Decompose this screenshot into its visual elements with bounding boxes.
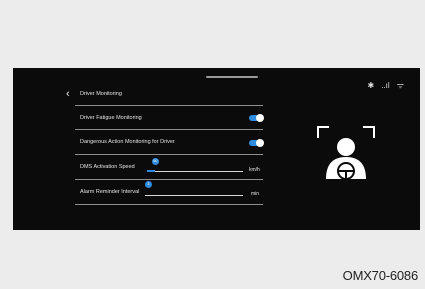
alarm-interval-slider-knob[interactable]: 3 — [145, 181, 152, 188]
reference-code: OMX70-6086 — [342, 268, 419, 283]
dms-speed-unit: km/h — [249, 167, 260, 173]
dms-speed-label: DMS Activation Speed — [80, 164, 135, 170]
bluetooth-icon: ✱ — [367, 81, 375, 90]
divider — [75, 129, 263, 130]
divider — [75, 204, 263, 205]
dms-speed-slider-fill — [147, 170, 155, 172]
infotainment-screen: ✱ ..ıl ᯤ ‹ Driver Monitoring Driver Fati… — [13, 68, 420, 230]
divider — [75, 154, 263, 155]
driver-camera-icon — [317, 126, 375, 180]
divider — [75, 179, 263, 180]
status-bar: ✱ ..ıl ᯤ — [368, 82, 404, 90]
divider — [75, 105, 263, 106]
dms-speed-slider-knob[interactable]: 60 — [152, 158, 159, 165]
dangerous-action-label: Dangerous Action Monitoring for Driver — [80, 139, 175, 145]
signal-icon: ..ıl — [381, 81, 390, 90]
alarm-interval-unit: min — [251, 191, 260, 197]
driver-fatigue-toggle[interactable] — [249, 114, 264, 122]
driver-fatigue-label: Driver Fatigue Monitoring — [80, 115, 142, 121]
alarm-interval-label: Alarm Reminder Interval — [80, 189, 140, 195]
alarm-interval-slider-track[interactable] — [145, 195, 243, 196]
dangerous-action-toggle[interactable] — [249, 139, 264, 147]
wifi-icon: ᯤ — [396, 81, 404, 90]
dms-speed-slider-track[interactable] — [147, 171, 243, 172]
page-title: Driver Monitoring — [80, 91, 122, 97]
drag-handle[interactable] — [206, 76, 258, 78]
back-button[interactable]: ‹ — [66, 88, 70, 100]
